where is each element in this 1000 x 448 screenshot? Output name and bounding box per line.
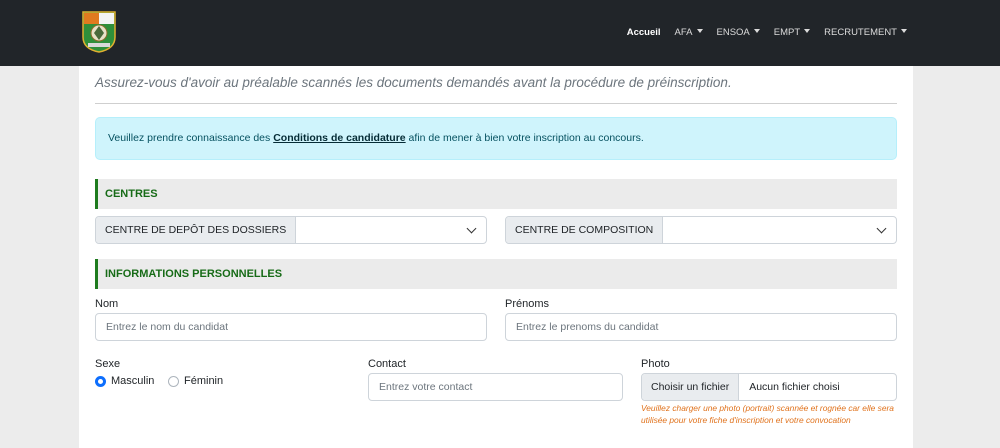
radio-masculin-label: Masculin bbox=[111, 375, 155, 387]
radio-unchecked-icon bbox=[168, 375, 179, 387]
nav-item-recrutement[interactable]: RECRUTEMENT bbox=[824, 27, 907, 38]
intro-text: Assurez-vous d'avoir au préalable scanné… bbox=[95, 75, 732, 90]
composition-center-label: CENTRE DE COMPOSITION bbox=[506, 217, 664, 243]
radio-masculin[interactable]: Masculin bbox=[95, 375, 154, 387]
alert-text-before: Veuillez prendre connaissance des bbox=[108, 132, 274, 144]
caret-down-icon bbox=[804, 29, 811, 33]
crest-logo[interactable] bbox=[82, 11, 116, 53]
section-header-personal-info: INFORMATIONS PERSONNELLES bbox=[95, 259, 897, 289]
photo-file-input: Choisir un fichier Aucun fichier choisi bbox=[641, 373, 897, 401]
alert-text-after: afin de mener à bien votre inscription a… bbox=[405, 132, 644, 144]
nav-item-label: RECRUTEMENT bbox=[824, 27, 897, 38]
choose-file-button[interactable]: Choisir un fichier bbox=[642, 374, 740, 400]
caret-down-icon bbox=[696, 29, 703, 33]
nav-item-label: Accueil bbox=[626, 27, 661, 38]
nav-item-afa[interactable]: AFA bbox=[675, 27, 703, 38]
radio-feminin-label: Féminin bbox=[184, 375, 224, 387]
nom-label: Nom bbox=[95, 298, 119, 310]
contact-label: Contact bbox=[368, 358, 406, 370]
depot-center-label: CENTRE DE DEPÔT DES DOSSIERS bbox=[96, 217, 297, 243]
conditions-link[interactable]: Conditions de candidature bbox=[273, 132, 405, 144]
prenoms-label: Prénoms bbox=[505, 298, 550, 310]
caret-down-icon bbox=[901, 29, 907, 33]
composition-center-group: CENTRE DE COMPOSITION bbox=[505, 216, 897, 244]
nav-menu: Accueil AFA ENSOA EMPT RECRUTEMENT bbox=[627, 27, 907, 38]
photo-label: Photo bbox=[641, 358, 670, 370]
nav-item-empt[interactable]: EMPT bbox=[773, 27, 811, 38]
depot-center-select[interactable] bbox=[296, 217, 486, 243]
prenoms-input[interactable]: Entrez le prenoms du candidat bbox=[505, 313, 897, 341]
divider bbox=[95, 103, 897, 104]
chevron-down-icon bbox=[466, 223, 477, 234]
nav-item-ensoa[interactable]: ENSOA bbox=[717, 27, 760, 38]
caret-down-icon bbox=[753, 29, 760, 33]
nav-item-label: AFA bbox=[674, 27, 693, 38]
composition-center-select[interactable] bbox=[663, 217, 896, 243]
contact-input[interactable]: Entrez votre contact bbox=[368, 373, 623, 401]
radio-checked-icon bbox=[95, 375, 106, 387]
file-name-text: Aucun fichier choisi bbox=[749, 381, 840, 393]
nom-input[interactable]: Entrez le nom du candidat bbox=[95, 313, 487, 341]
top-navbar: Accueil AFA ENSOA EMPT RECRUTEMENT bbox=[0, 0, 1000, 66]
nav-item-label: ENSOA bbox=[716, 27, 750, 38]
section-header-centres: CENTRES bbox=[95, 179, 897, 209]
chevron-down-icon bbox=[876, 223, 887, 234]
photo-help-text: Veuillez charger une photo (portrait) sc… bbox=[641, 403, 894, 425]
sexe-label: Sexe bbox=[95, 358, 121, 370]
nav-item-label: EMPT bbox=[773, 27, 801, 38]
radio-feminin[interactable]: Féminin bbox=[168, 375, 223, 387]
nav-item-accueil[interactable]: Accueil bbox=[627, 27, 661, 38]
info-alert: Veuillez prendre connaissance des Condit… bbox=[95, 117, 897, 160]
depot-center-group: CENTRE DE DEPÔT DES DOSSIERS bbox=[95, 216, 487, 244]
